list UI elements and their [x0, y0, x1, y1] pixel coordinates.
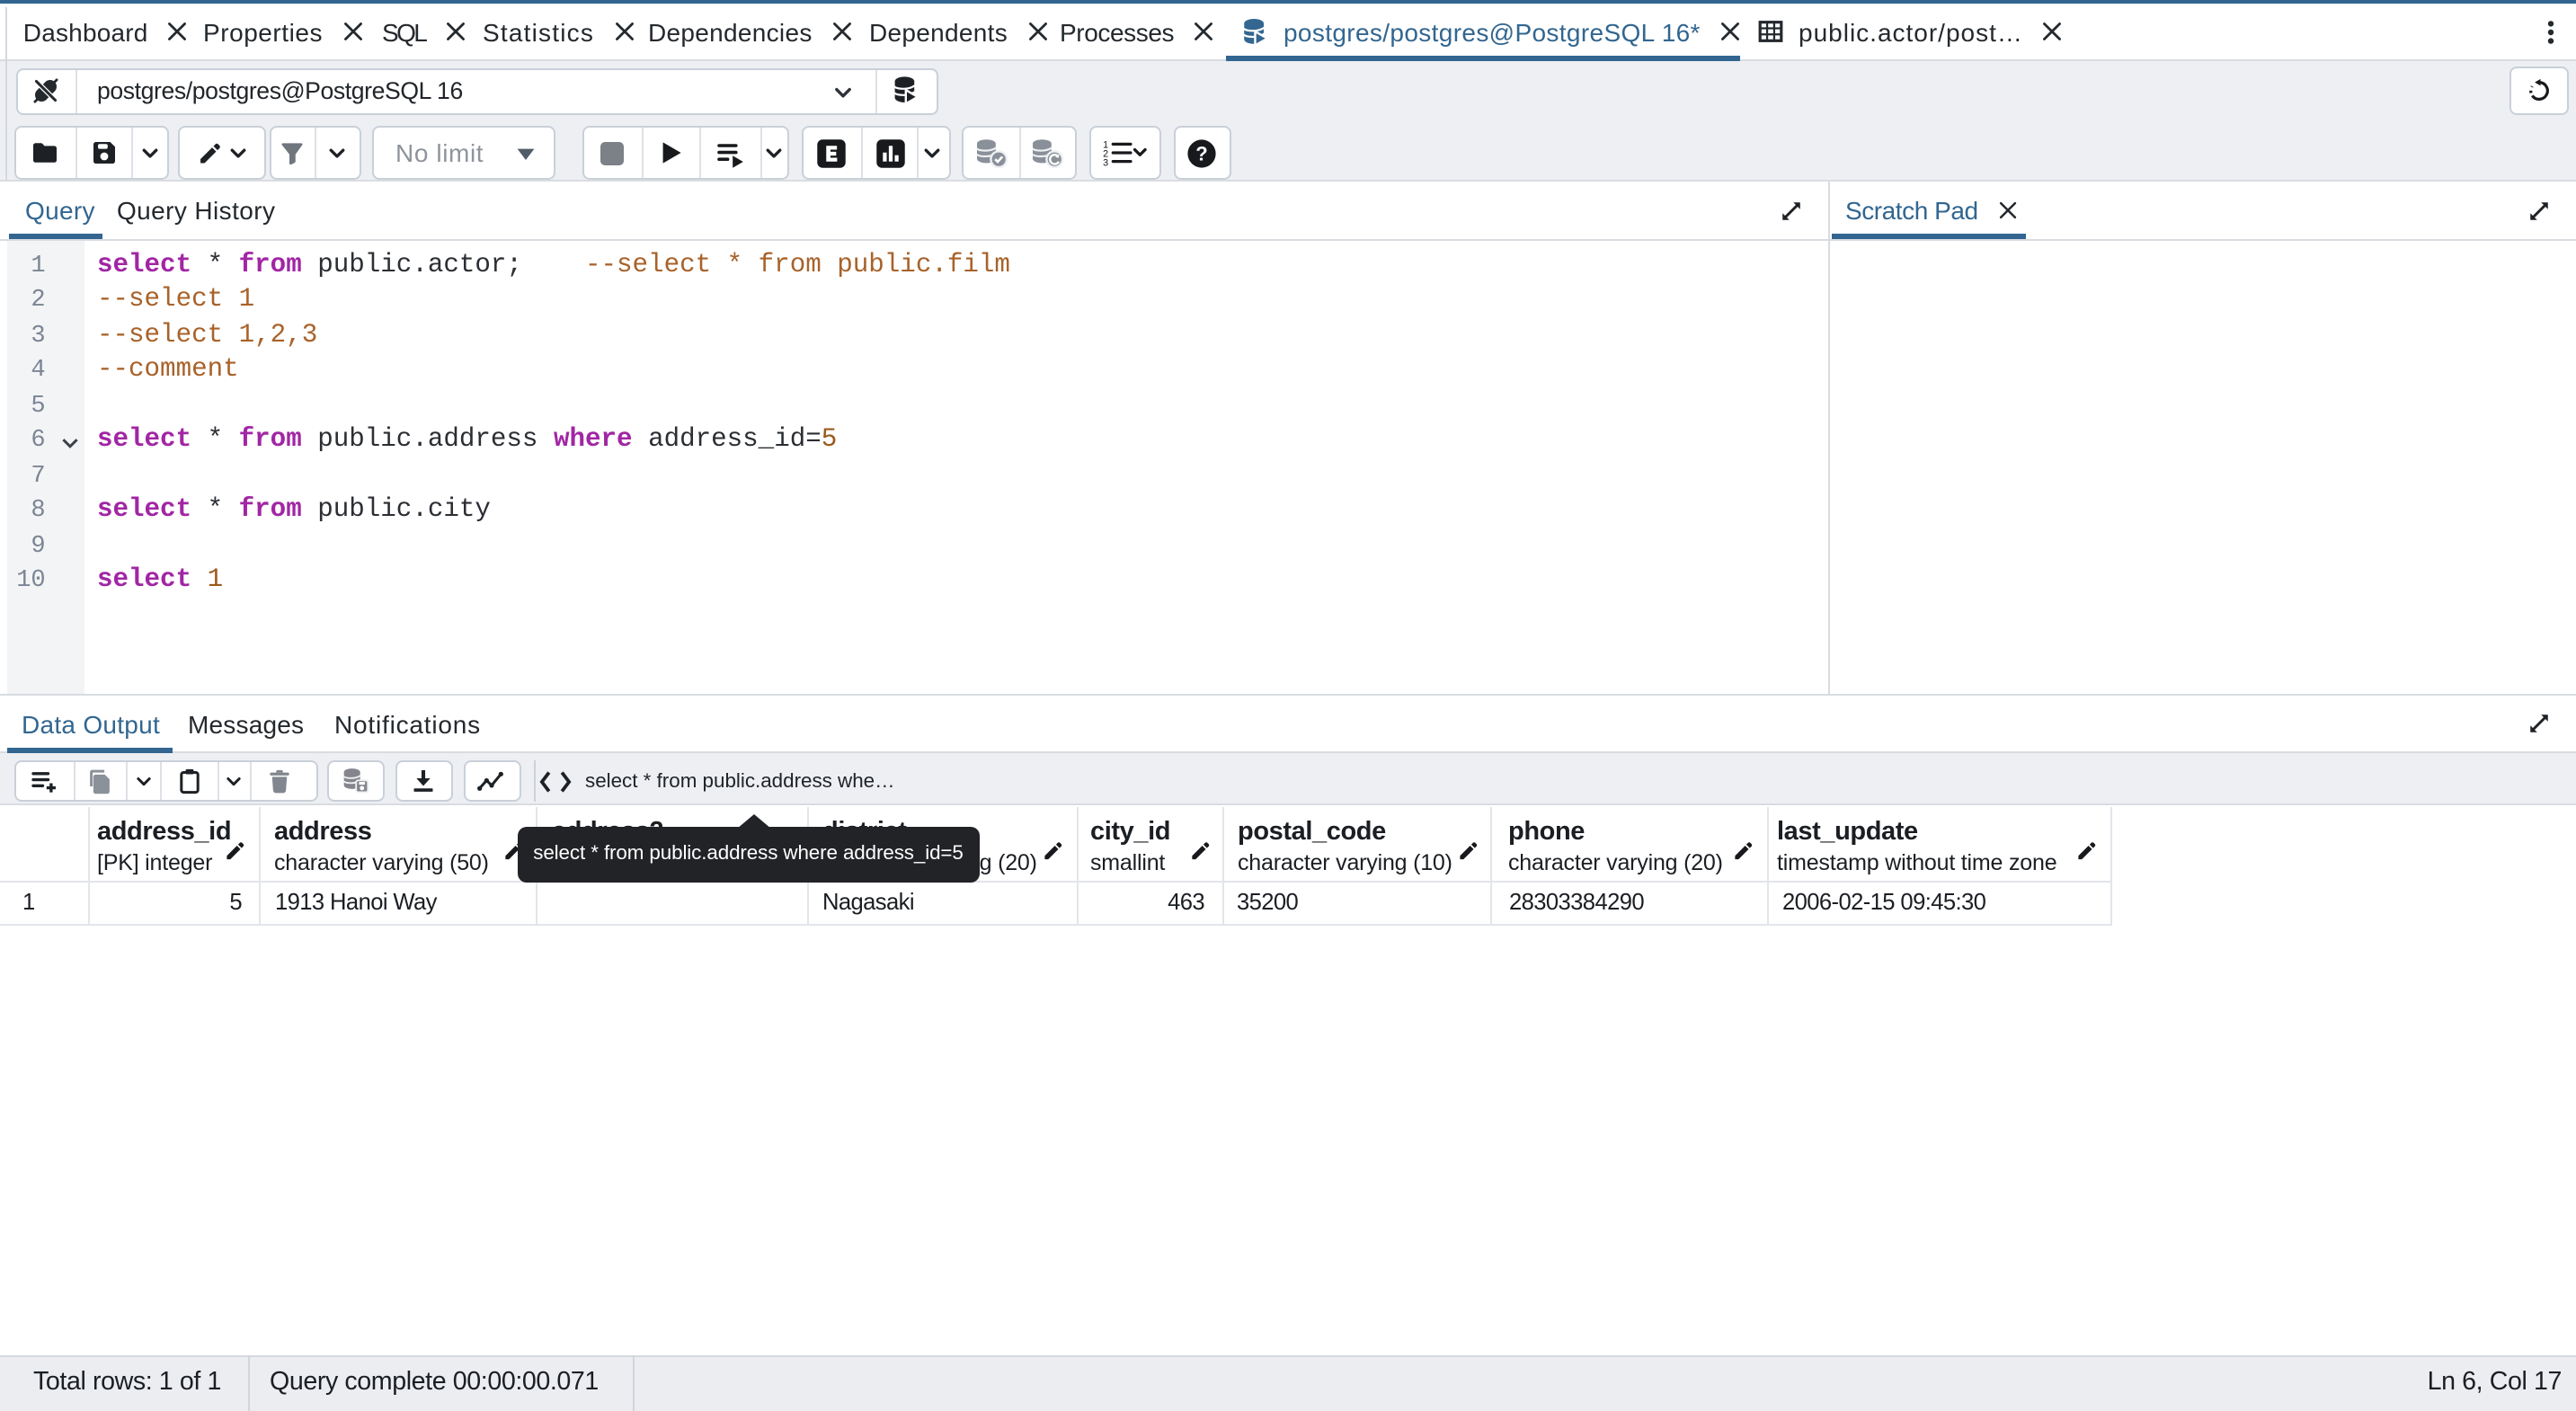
- svg-text:?: ?: [1196, 142, 1208, 164]
- svg-text:3: 3: [1104, 158, 1109, 167]
